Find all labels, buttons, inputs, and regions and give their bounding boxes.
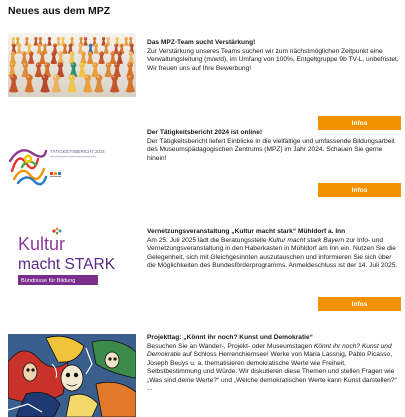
report-cover-subtitle-line [50, 156, 96, 158]
mpz-logo-mark [50, 172, 61, 177]
kultur-macht-stark-logo: Kultur macht STARK Bündnisse für Bildung [8, 223, 136, 298]
news-body: Zur Verstärkung unseres Teams suchen wir… [147, 48, 401, 74]
news-body-text: Am 25. Juli 2025 lädt die Beratungsstell… [147, 236, 269, 244]
news-body: Besuchen Sie an Wander-, Projekt- oder M… [147, 343, 401, 394]
news-body: Am 25. Juli 2025 lädt die Beratungsstell… [147, 237, 401, 271]
news-text: Der Tätigkeitsbericht 2024 ist online! D… [147, 129, 401, 163]
news-text: Projekttag: „Könnt ihr noch? Kunst und D… [147, 334, 401, 394]
infos-button[interactable]: Infos [318, 297, 401, 311]
logo-line-macht-stark: macht STARK [18, 256, 116, 273]
logo-tagline: Bündnisse für Bildung [21, 278, 75, 284]
news-headline: Der Tätigkeitsbericht 2024 ist online! [147, 129, 263, 136]
news-body-text: Besuchen Sie an Wander-, Projekt- oder M… [147, 342, 314, 350]
news-text: Vernetzungsveranstaltung „Kultur macht s… [147, 228, 401, 271]
infos-button[interactable]: Infos [318, 116, 401, 130]
news-body-text: Der Tätigkeitsbericht liefert Einblicke … [147, 137, 395, 162]
logo-line-kultur: Kultur [18, 234, 65, 254]
news-body-emphasis: Kultur macht stark Bayern [268, 236, 345, 244]
news-text: Das MPZ-Team sucht Verstärkung! Zur Vers… [147, 39, 401, 73]
news-body-text: auf Schloss Herrenchiemsee! Werke von Ma… [147, 351, 397, 392]
page-title: Neues aus dem MPZ [8, 5, 111, 17]
news-headline: Projekttag: „Könnt ihr noch? Kunst und D… [147, 334, 313, 341]
infos-button[interactable]: Infos [318, 183, 401, 197]
report-cover-title: TÄTIGKEITSBERICHT 2024 [50, 149, 105, 154]
news-headline: Vernetzungsveranstaltung „Kultur macht s… [147, 228, 346, 235]
news-headline: Das MPZ-Team sucht Verstärkung! [147, 39, 256, 46]
report-cover-image: TÄTIGKEITSBERICHT 2024 [8, 141, 136, 187]
team-figures-image [8, 33, 136, 97]
news-body-text: Zur Verstärkung unseres Teams suchen wir… [147, 47, 399, 72]
news-body: Der Tätigkeitsbericht liefert Einblicke … [147, 138, 401, 164]
artwork-painting-image [8, 334, 136, 417]
